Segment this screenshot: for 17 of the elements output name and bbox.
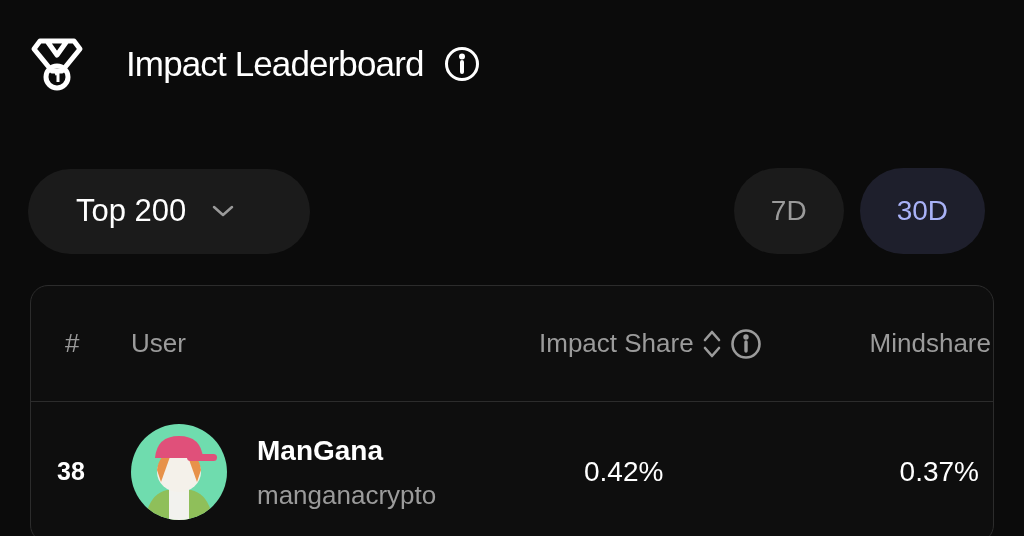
top-dropdown[interactable]: Top 200 — [28, 168, 310, 254]
info-icon[interactable] — [729, 327, 762, 360]
medal-icon — [30, 37, 84, 91]
column-header: User — [131, 327, 186, 360]
period-tab[interactable]: 30D — [859, 168, 985, 254]
column-header: # — [65, 327, 80, 360]
user-name[interactable]: ManGana — [257, 429, 437, 472]
rank: 38 — [57, 457, 85, 486]
column-header[interactable]: Impact Share — [539, 324, 694, 363]
impact-share-value: 0.42% — [584, 456, 664, 487]
page-title: Impact Leaderboard — [126, 42, 424, 85]
chevron-down-icon — [212, 205, 235, 217]
user-handle: manganacrypto — [257, 478, 437, 512]
column-header: Mindshare — [869, 327, 991, 360]
mindshare-value: 0.37% — [899, 456, 979, 487]
sort-icon[interactable] — [701, 328, 722, 359]
period-tab[interactable]: 7D — [733, 168, 844, 254]
